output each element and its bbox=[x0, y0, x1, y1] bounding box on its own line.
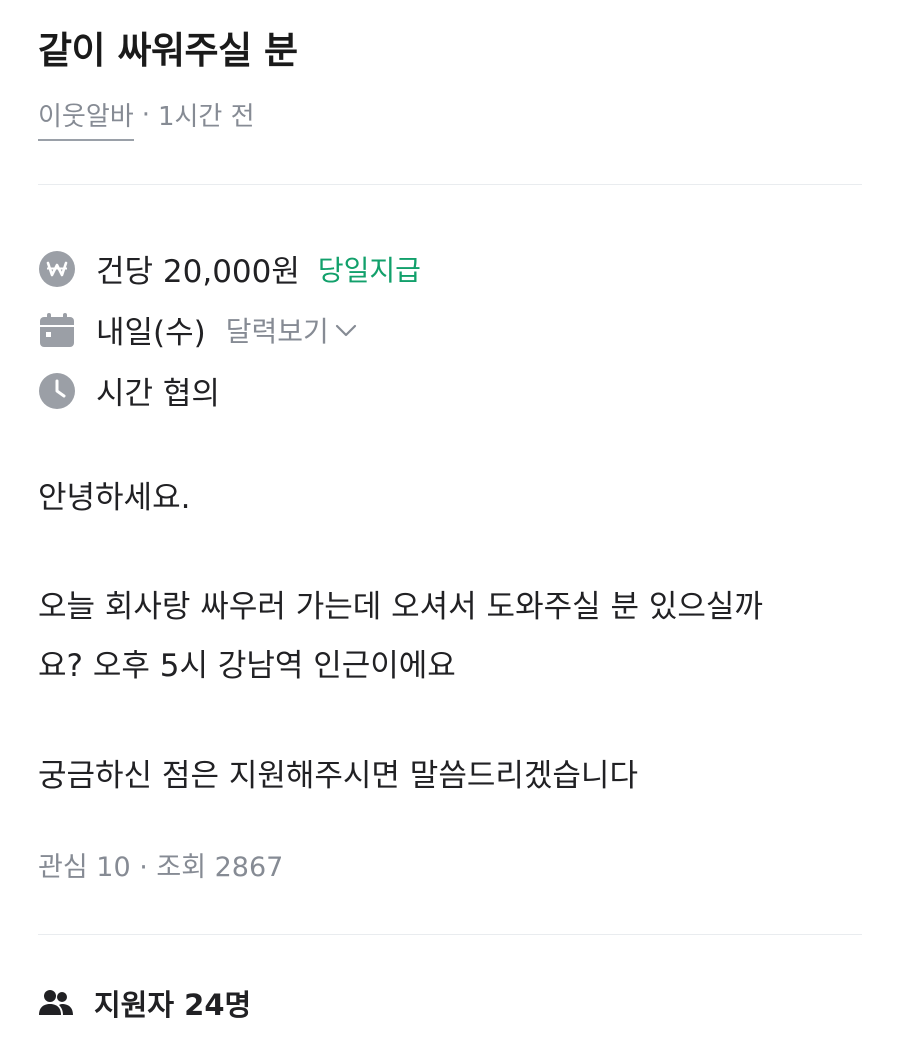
work-time: 시간 협의 bbox=[96, 376, 220, 412]
pay-amount: 건당 20,000원 bbox=[96, 254, 300, 290]
date-row: 내일(수) 달력보기 bbox=[38, 307, 359, 352]
applicants-count: 지원자 24명 bbox=[94, 988, 252, 1022]
divider-top bbox=[38, 184, 862, 185]
post-meta: 이웃알바 · 1시간 전 bbox=[38, 96, 255, 141]
time-row: 시간 협의 bbox=[38, 368, 220, 413]
view-calendar-button[interactable]: 달력보기 bbox=[226, 310, 359, 350]
applicants-section[interactable]: 지원자 24명 bbox=[38, 982, 251, 1024]
chevron-down-icon bbox=[335, 324, 356, 336]
divider-bottom bbox=[38, 934, 862, 935]
work-date: 내일(수) bbox=[96, 315, 206, 351]
same-day-pay-badge: 당일지급 bbox=[317, 253, 421, 287]
post-body-line-3: 궁금하신 점은 지원해주시면 말씀드리겠습니다 bbox=[38, 758, 638, 794]
author-link[interactable]: 이웃알바 bbox=[38, 96, 134, 141]
post-title: 같이 싸워주실 분 bbox=[38, 29, 298, 72]
clock-icon bbox=[38, 372, 76, 410]
people-icon bbox=[39, 990, 73, 1015]
post-stats: 관심 10 · 조회 2867 bbox=[38, 852, 284, 883]
posted-time: 1시간 전 bbox=[157, 102, 255, 132]
post-body-line-2: 요? 오후 5시 강남역 인근이에요 bbox=[38, 648, 456, 684]
post-body-line-1: 오늘 회사랑 싸우러 가는데 오셔서 도와주실 분 있으실까 bbox=[38, 589, 763, 625]
post-greeting: 안녕하세요. bbox=[38, 480, 191, 516]
meta-separator: · bbox=[141, 99, 150, 130]
pay-row: 건당 20,000원 당일지급 bbox=[38, 246, 421, 291]
view-calendar-label: 달력보기 bbox=[225, 314, 329, 348]
calendar-icon bbox=[38, 311, 76, 349]
won-icon bbox=[38, 250, 76, 288]
